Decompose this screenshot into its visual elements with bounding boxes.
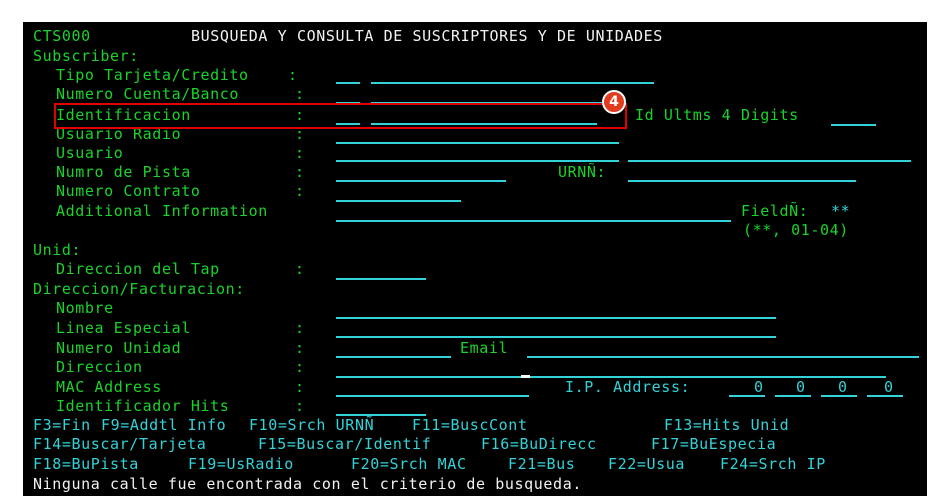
- nombre-field[interactable]: [336, 317, 776, 319]
- field-value[interactable]: **: [831, 202, 850, 220]
- colon: :: [295, 182, 305, 200]
- terminal-screenshot: CTS000 BUSQUEDA Y CONSULTA DE SUSCRIPTOR…: [0, 0, 943, 504]
- program-id: CTS000: [33, 27, 91, 45]
- screen-title: BUSQUEDA Y CONSULTA DE SUSCRIPTORES Y DE…: [191, 27, 663, 45]
- fkey-f9[interactable]: F9=Addtl Info: [101, 416, 226, 434]
- additional-info-field[interactable]: [336, 220, 731, 222]
- field-hint: (**, 01-04): [743, 221, 849, 239]
- direccion-tap-label: Direccion del Tap: [56, 260, 220, 278]
- numro-pista-label: Numro de Pista: [56, 163, 191, 181]
- usuario-field-b[interactable]: [628, 160, 911, 162]
- urn-label: URNÑ:: [558, 163, 607, 181]
- colon: :: [295, 163, 305, 181]
- colon: :: [295, 339, 305, 357]
- terminal-window: CTS000 BUSQUEDA Y CONSULTA DE SUSCRIPTOR…: [23, 22, 927, 496]
- mac-address-label: MAC Address: [56, 378, 162, 396]
- colon: :: [295, 85, 305, 103]
- fkey-f15[interactable]: F15=Buscar/Identif: [258, 435, 431, 453]
- nombre-label: Nombre: [56, 299, 114, 317]
- fkey-f10[interactable]: F10=Srch URNÑ: [249, 416, 374, 434]
- ip-octet-2-field[interactable]: [775, 395, 811, 397]
- numro-pista-field[interactable]: [336, 180, 506, 182]
- email-field[interactable]: [527, 356, 919, 358]
- fkey-f16[interactable]: F16=BuDirecc: [481, 435, 597, 453]
- field-label: FieldÑ:: [741, 202, 809, 220]
- colon: :: [295, 260, 305, 278]
- ip-octet-3-field[interactable]: [821, 395, 857, 397]
- tipo-tarjeta-label: Tipo Tarjeta/Credito: [56, 66, 249, 84]
- colon: :: [295, 358, 305, 376]
- direccion-label: Direccion: [56, 358, 143, 376]
- colon: :: [295, 144, 305, 162]
- fkey-f14[interactable]: F14=Buscar/Tarjeta: [33, 435, 206, 453]
- additional-info-label: Additional Information: [56, 202, 268, 220]
- status-message: Ninguna calle fue encontrada con el crit…: [33, 475, 582, 493]
- numero-unidad-label: Numero Unidad: [56, 339, 182, 357]
- linea-especial-field[interactable]: [336, 336, 776, 338]
- fkey-f20[interactable]: F20=Srch MAC: [351, 455, 467, 473]
- fkey-f21[interactable]: F21=Bus: [508, 455, 575, 473]
- subscriber-section-label: Subscriber:: [33, 47, 139, 65]
- fkey-f3[interactable]: F3=Fin: [33, 416, 91, 434]
- colon: :: [295, 319, 305, 337]
- fkey-f18[interactable]: F18=BuPista: [33, 455, 139, 473]
- annotation-number-badge: 4: [602, 90, 626, 114]
- fkey-f24[interactable]: F24=Srch IP: [720, 455, 826, 473]
- ip-octet-4[interactable]: 0: [884, 378, 894, 396]
- ip-octet-4-field[interactable]: [867, 395, 903, 397]
- fkey-f22[interactable]: F22=Usua: [608, 455, 685, 473]
- annotation-highlight-box: [54, 103, 627, 129]
- ip-octet-1-field[interactable]: [729, 395, 765, 397]
- tipo-tarjeta-number-field[interactable]: [371, 82, 654, 84]
- linea-especial-label: Linea Especial: [56, 319, 191, 337]
- direccion-tap-field[interactable]: [336, 278, 426, 280]
- fkey-f11[interactable]: F11=BuscCont: [412, 416, 528, 434]
- ip-octet-3[interactable]: 0: [838, 378, 848, 396]
- email-label: Email: [460, 339, 509, 357]
- colon: :: [288, 66, 298, 84]
- numero-unidad-field[interactable]: [336, 356, 451, 358]
- identificador-hits-label: Identificador Hits: [56, 397, 230, 415]
- direccion-facturacion-section-label: Direccion/Facturacion:: [33, 280, 245, 298]
- usuario-field-a[interactable]: [336, 160, 619, 162]
- usuario-label: Usuario: [56, 144, 124, 162]
- fkey-f19[interactable]: F19=UsRadio: [188, 455, 294, 473]
- numero-cuenta-label: Numero Cuenta/Banco: [56, 85, 239, 103]
- colon: :: [295, 397, 305, 415]
- usuario-radio-field[interactable]: [336, 142, 619, 144]
- fkey-f13[interactable]: F13=Hits Unid: [664, 416, 789, 434]
- colon: :: [295, 378, 305, 396]
- mac-address-field[interactable]: [336, 395, 529, 397]
- urn-field[interactable]: [628, 180, 856, 182]
- ip-octet-2[interactable]: 0: [796, 378, 806, 396]
- fkey-f17[interactable]: F17=BuEspecia: [651, 435, 776, 453]
- text-cursor: [521, 375, 530, 378]
- tipo-tarjeta-code-field[interactable]: [336, 82, 360, 84]
- numero-contrato-label: Numero Contrato: [56, 182, 201, 200]
- ip-octet-1[interactable]: 0: [754, 378, 764, 396]
- id-ultms-label: Id Ultms 4 Digits: [635, 106, 799, 124]
- id-ultms-field[interactable]: [831, 124, 876, 126]
- unid-section-label: Unid:: [33, 241, 82, 259]
- numero-contrato-field[interactable]: [336, 200, 461, 202]
- ip-address-label: I.P. Address:: [565, 378, 691, 396]
